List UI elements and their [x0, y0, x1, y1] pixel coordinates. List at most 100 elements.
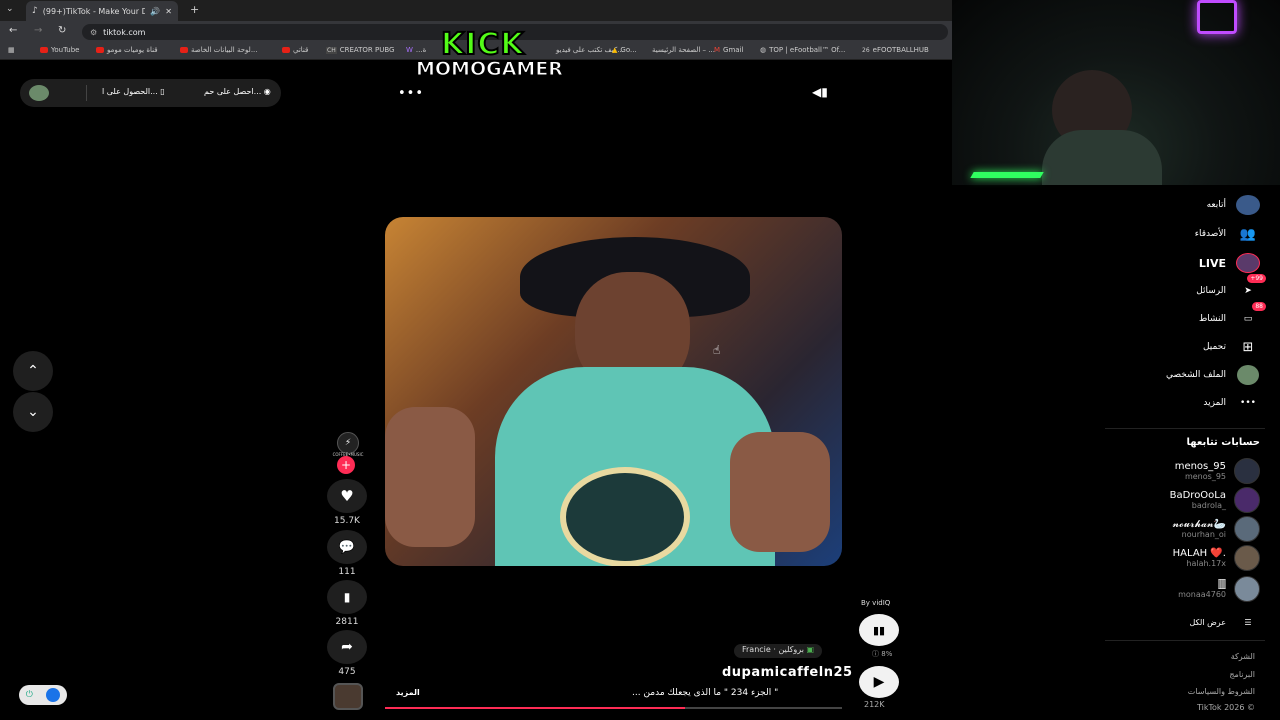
see-more-link[interactable]: المزيد — [396, 688, 420, 697]
phone-icon: ▯ — [160, 87, 165, 96]
bookmark-go[interactable]: ▲ Go... — [612, 46, 637, 54]
site-info-icon[interactable]: ⚙ — [90, 28, 97, 37]
info-icon: ⓘ — [872, 650, 882, 658]
tab-list-icon[interactable]: ⌄ — [6, 4, 14, 14]
activity-badge: 88 — [1252, 302, 1266, 311]
like-count: 15.7K — [334, 516, 360, 526]
more-options-icon[interactable]: ••• — [398, 86, 424, 101]
follow-plus-button[interactable]: + — [337, 456, 355, 474]
forward-icon[interactable]: → — [34, 25, 42, 36]
youtube-icon — [40, 47, 48, 53]
bookmark-channel[interactable]: قناتي — [282, 46, 308, 54]
bookmark-gmail[interactable]: M Gmail — [714, 46, 743, 54]
sidebar-item-following[interactable]: أتابعه — [1207, 194, 1260, 216]
account-avatar — [1234, 545, 1260, 571]
location-tag[interactable]: Francie · بروكلين ▣ — [734, 644, 823, 658]
vidiq-label: By vidIQ — [861, 599, 891, 607]
sidebar-item-friends[interactable]: الأصدقاء 👥 — [1195, 223, 1260, 245]
power-icon: ⏻ — [25, 690, 33, 700]
activity-icon: ▭ 88 — [1236, 302, 1266, 330]
bookmark-efootball[interactable]: ◍ TOP | eFootball™ Of... — [760, 46, 845, 54]
pill-item-2[interactable]: الحصول على ا... ▯ — [102, 87, 165, 96]
bookmark-icon: ▮ — [343, 590, 351, 604]
youtube-icon — [96, 47, 104, 53]
progress-fill — [385, 707, 685, 709]
video-caption: " الجزء 234 " ما الذى يجعلك مدمن ... — [632, 688, 779, 698]
shirt-logo — [560, 467, 690, 566]
footer-program[interactable]: البرنامج — [1229, 670, 1255, 679]
streamer-name: MOMOGAMER — [416, 58, 564, 81]
share-button[interactable]: ➦ — [327, 630, 367, 664]
see-all-accounts[interactable]: عرض الكل ☰ — [1189, 611, 1260, 633]
sidebar-divider — [1105, 428, 1265, 429]
tab-title: (99+)TikTok - Make Your Da — [42, 6, 146, 16]
new-tab-button[interactable]: + — [190, 3, 199, 16]
back-icon[interactable]: ← — [9, 25, 17, 36]
save-button[interactable]: ▮ — [327, 580, 367, 614]
messages-badge: +99 — [1247, 274, 1266, 283]
hub-icon: 26 — [862, 46, 870, 54]
app-toggle[interactable]: ⏻ — [19, 685, 67, 705]
hand-right — [730, 432, 830, 552]
creator-avatar[interactable]: ⚡ — [337, 432, 359, 454]
pill-divider — [86, 85, 87, 101]
bookmark-creator-pubg[interactable]: CH CREATOR PUBG — [326, 46, 394, 54]
sidebar-divider — [1105, 640, 1265, 641]
footer-terms[interactable]: الشروط والسياسات — [1188, 687, 1255, 696]
play-button[interactable]: ▶ — [859, 666, 899, 698]
video-username[interactable]: dupamicaffeln25 — [722, 665, 853, 680]
bookmark-momo[interactable]: قناة يوميات مومو — [96, 46, 158, 54]
w-icon: W — [406, 46, 413, 54]
sidebar-item-activity[interactable]: النشاط ▭ 88 — [1199, 302, 1266, 330]
bookmark-home[interactable]: الصفحة الرئيسية – ... — [652, 46, 715, 54]
hand-left — [385, 407, 475, 547]
toggle-knob-icon — [46, 688, 61, 702]
sidebar-item-profile[interactable]: الملف الشخصي — [1166, 364, 1260, 386]
video-player[interactable] — [385, 217, 842, 566]
youtube-icon — [180, 47, 188, 53]
chevron-up-icon: ⌃ — [27, 363, 39, 379]
next-video-button[interactable]: ⌄ — [13, 392, 53, 432]
account-item[interactable]: BaDroOoLa badrola_ — [1170, 487, 1260, 513]
like-button[interactable]: ♥ — [327, 479, 367, 513]
bookmark-efootballhub[interactable]: 26 eFOOTBALLHUB — [862, 46, 929, 54]
comment-icon: 💬 — [338, 539, 356, 555]
tab-close-icon[interactable]: ✕ — [165, 7, 172, 16]
pill-item-1[interactable]: احصل على حم... ◉ — [204, 87, 271, 96]
previous-video-button[interactable]: ⌃ — [13, 351, 53, 391]
vidiq-stats-button[interactable]: ▮▮ — [859, 614, 899, 646]
bookmark-dashboard[interactable]: لوحة البيانات الخاصة... — [180, 46, 258, 54]
speaker-icon[interactable]: 🔊 — [150, 7, 160, 16]
comment-button[interactable]: 💬 — [327, 530, 367, 564]
rgb-light — [970, 172, 1044, 178]
globe-icon: ◍ — [760, 46, 767, 54]
apps-icon[interactable]: ▦ — [8, 46, 15, 54]
account-item[interactable]: 🀫 monaa4760 — [1178, 576, 1260, 602]
volume-icon[interactable]: ◀▮ — [812, 85, 828, 99]
sidebar-item-upload[interactable]: تحميل ⊞ — [1203, 336, 1260, 358]
bookmark-ext[interactable]: W ...ة — [406, 46, 426, 54]
bookmark-youtube[interactable]: YouTube — [40, 46, 79, 54]
cursor-icon: ☝ — [713, 343, 721, 357]
account-item[interactable]: 𝓷𝓸𝓾𝓻𝓱𝓪𝓷🦢 nourhan_oi — [1173, 516, 1260, 542]
account-item[interactable]: HALAH ❤️. halah.17x — [1173, 545, 1260, 571]
gmail-icon: M — [714, 46, 721, 54]
sidebar-item-messages[interactable]: الرسائل ➤ +99 — [1196, 274, 1266, 302]
user-avatar[interactable] — [29, 85, 49, 101]
list-icon: ☰ — [1244, 617, 1252, 627]
bar-chart-icon: ▮▮ — [872, 623, 886, 637]
upload-icon: ⊞ — [1242, 339, 1254, 355]
chevron-down-icon: ⌄ — [27, 404, 39, 420]
browser-tab[interactable]: ♪ (99+)TikTok - Make Your Da 🔊 ✕ — [26, 1, 178, 21]
sidebar-item-more[interactable]: المزيد ••• — [1203, 392, 1260, 414]
account-item[interactable]: menos_95 menos_95 — [1175, 458, 1260, 484]
browser-tab-bar: ⌄ ♪ (99+)TikTok - Make Your Da 🔊 ✕ + — [0, 0, 952, 21]
view-count: 212K — [864, 700, 885, 709]
footer-company[interactable]: الشركة — [1231, 652, 1255, 661]
account-avatar — [1234, 458, 1260, 484]
share-icon: ➦ — [341, 639, 353, 655]
music-disc-icon[interactable] — [333, 683, 363, 710]
ch-icon: CH — [326, 46, 337, 54]
sidebar-item-live[interactable]: LIVE — [1199, 252, 1260, 274]
reload-icon[interactable]: ↻ — [58, 25, 66, 36]
